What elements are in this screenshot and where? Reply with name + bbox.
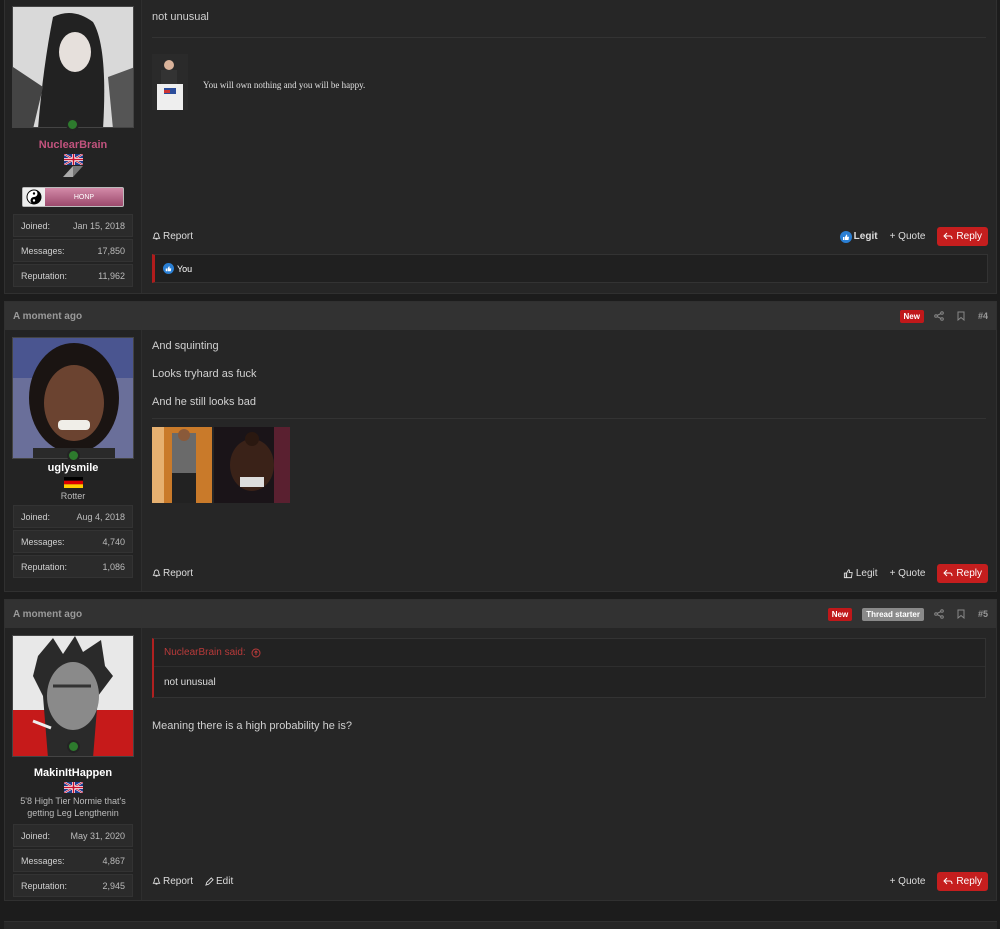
triangle-emblem-icon — [63, 166, 83, 177]
post-header: A moment ago New #4 — [5, 302, 996, 330]
next-post-edge — [4, 921, 997, 929]
reactions-bar[interactable]: You — [152, 254, 988, 283]
stat-joined: Joined: Jan 15, 2018 — [13, 214, 133, 237]
new-badge: New — [827, 607, 853, 621]
post-makinithappen: A moment ago New Thread starter #5 Makin… — [4, 599, 997, 901]
quote-block: NuclearBrain said: not unusual — [152, 638, 986, 698]
uk-flag-icon — [63, 782, 83, 793]
attachment-thumbnail[interactable] — [214, 427, 290, 503]
reply-button[interactable]: Reply — [937, 872, 988, 891]
online-status-icon — [67, 740, 80, 753]
post-header: A moment ago New Thread starter #5 — [5, 600, 996, 628]
quote-button[interactable]: + Quote — [890, 568, 926, 579]
message-body: And squinting Looks tryhard as fuck And … — [152, 340, 257, 408]
post-footer: Report Legit + Quote Reply — [152, 564, 988, 583]
post-uglysmile: A moment ago New #4 uglysmile Rotter Joi… — [4, 301, 997, 592]
online-status-icon — [67, 449, 80, 462]
user-stats: Joined: May 31, 2020 Messages: 4,867 Reput… — [13, 824, 133, 899]
user-stats: Joined: Jan 15, 2018 Messages: 17,850 Repu… — [13, 214, 133, 289]
post-number[interactable]: #5 — [978, 609, 988, 619]
germany-flag-icon — [63, 477, 83, 488]
report-button[interactable]: Report — [152, 568, 193, 579]
stat-reputation: Reputation: 1,086 — [13, 555, 133, 578]
quote-header[interactable]: NuclearBrain said: — [154, 639, 985, 667]
arrow-up-circle-icon[interactable] — [251, 648, 261, 658]
pencil-icon — [205, 877, 214, 886]
rank-banner: HONP — [22, 187, 124, 207]
username[interactable]: MakinItHappen — [34, 767, 112, 779]
bell-icon — [152, 569, 161, 577]
thread-starter-badge: Thread starter — [862, 607, 924, 621]
bell-icon — [152, 232, 161, 240]
post-content: not unusual You will own nothing and you… — [142, 0, 996, 293]
attachment-thumbnail[interactable] — [152, 427, 212, 503]
share-icon[interactable] — [934, 311, 944, 321]
message-body: not unusual — [152, 11, 209, 23]
like-icon — [839, 230, 852, 243]
reply-icon — [943, 877, 953, 885]
message-body: Meaning there is a high probability he i… — [152, 720, 352, 732]
online-status-icon — [66, 118, 79, 131]
reply-button[interactable]: Reply — [937, 564, 988, 583]
report-button[interactable]: Report — [152, 231, 193, 242]
stat-joined: Joined: Aug 4, 2018 — [13, 505, 133, 528]
bell-icon — [152, 877, 161, 885]
reply-icon — [943, 232, 953, 240]
attachments — [152, 427, 986, 503]
avatar[interactable] — [12, 635, 134, 757]
new-badge: New — [899, 309, 924, 323]
bookmark-icon[interactable] — [956, 311, 966, 321]
avatar[interactable] — [12, 6, 134, 128]
signature-image — [152, 54, 188, 110]
user-column: MakinItHappen 5'8 High Tier Normie that'… — [5, 628, 142, 900]
legit-button[interactable]: Legit — [843, 568, 878, 579]
user-column: NuclearBrain HONP Joined: Jan 15, 2018 Me… — [5, 0, 142, 293]
share-icon[interactable] — [934, 609, 944, 619]
user-column: uglysmile Rotter Joined: Aug 4, 2018 Mess… — [5, 330, 142, 591]
stat-joined: Joined: May 31, 2020 — [13, 824, 133, 847]
signature: You will own nothing and you will be hap… — [152, 54, 365, 110]
post-content: And squinting Looks tryhard as fuck And … — [142, 330, 996, 591]
post-content: NuclearBrain said: not unusual Meaning t… — [142, 628, 996, 900]
post-timestamp[interactable]: A moment ago — [13, 609, 82, 620]
post-timestamp[interactable]: A moment ago — [13, 311, 82, 322]
uk-flag-icon — [63, 154, 83, 165]
quote-button[interactable]: + Quote — [890, 231, 926, 242]
stat-messages: Messages: 4,867 — [13, 849, 133, 872]
yin-yang-icon — [26, 189, 42, 205]
like-icon — [163, 263, 174, 274]
post-footer: Report Legit + Quote Reply — [152, 227, 988, 246]
post-nuclearbrain: NuclearBrain HONP Joined: Jan 15, 2018 Me… — [4, 0, 997, 294]
stat-reputation: Reputation: 2,945 — [13, 874, 133, 897]
username[interactable]: uglysmile — [48, 462, 99, 474]
stat-messages: Messages: 4,740 — [13, 530, 133, 553]
quote-text: not unusual — [164, 677, 216, 688]
avatar[interactable] — [12, 337, 134, 459]
quote-button[interactable]: + Quote — [890, 876, 926, 887]
bookmark-icon[interactable] — [956, 609, 966, 619]
user-title: 5'8 High Tier Normie that's getting Leg … — [20, 796, 126, 818]
report-button[interactable]: Report — [152, 876, 193, 887]
username[interactable]: NuclearBrain — [39, 139, 107, 151]
stat-messages: Messages: 17,850 — [13, 239, 133, 262]
legit-button[interactable]: Legit — [839, 230, 878, 243]
user-title: Rotter — [60, 491, 86, 501]
user-stats: Joined: Aug 4, 2018 Messages: 4,740 Reputa… — [13, 505, 133, 580]
thumbs-up-icon — [843, 569, 853, 579]
rank-label: HONP — [73, 193, 95, 201]
post-footer: Report Edit + Quote Reply — [152, 872, 988, 891]
reply-icon — [943, 569, 953, 577]
stat-reputation: Reputation: 11,962 — [13, 264, 133, 287]
post-number[interactable]: #4 — [978, 311, 988, 321]
edit-button[interactable]: Edit — [205, 876, 233, 887]
reply-button[interactable]: Reply — [937, 227, 988, 246]
